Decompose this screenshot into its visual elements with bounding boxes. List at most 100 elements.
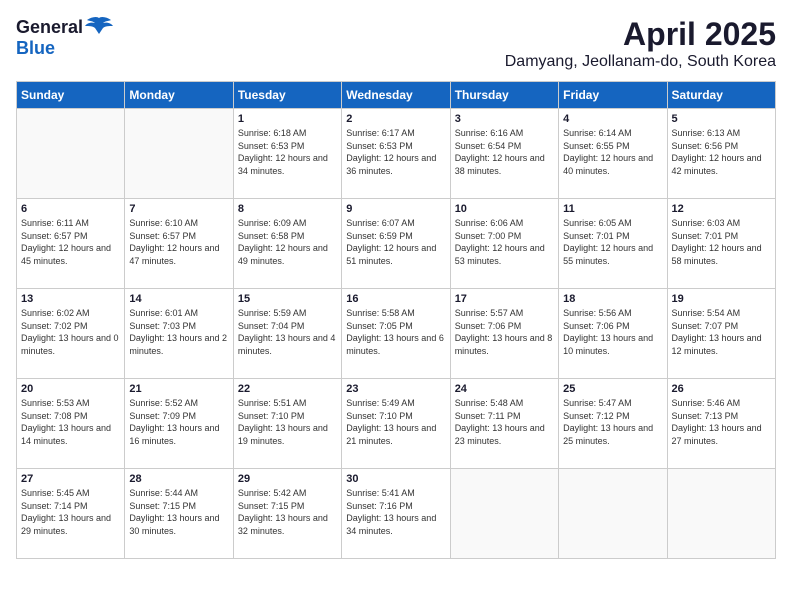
day-number: 18: [563, 293, 662, 305]
day-info: Sunrise: 6:07 AM Sunset: 6:59 PM Dayligh…: [346, 217, 445, 267]
day-info: Sunrise: 5:46 AM Sunset: 7:13 PM Dayligh…: [672, 397, 771, 447]
day-info: Sunrise: 6:13 AM Sunset: 6:56 PM Dayligh…: [672, 127, 771, 177]
day-number: 28: [129, 473, 228, 485]
day-info: Sunrise: 5:41 AM Sunset: 7:16 PM Dayligh…: [346, 487, 445, 537]
calendar-day-cell: 30 Sunrise: 5:41 AM Sunset: 7:16 PM Dayli…: [342, 469, 450, 559]
day-info: Sunrise: 5:42 AM Sunset: 7:15 PM Dayligh…: [238, 487, 337, 537]
calendar-day-cell: 14 Sunrise: 6:01 AM Sunset: 7:03 PM Dayli…: [125, 289, 233, 379]
day-info: Sunrise: 5:52 AM Sunset: 7:09 PM Dayligh…: [129, 397, 228, 447]
day-number: 19: [672, 293, 771, 305]
day-number: 20: [21, 383, 120, 395]
calendar-day-cell: 18 Sunrise: 5:56 AM Sunset: 7:06 PM Dayli…: [559, 289, 667, 379]
calendar-day-cell: 19Sunrise: 5:54 AM Sunset: 7:07 PM Dayli…: [667, 289, 775, 379]
day-info: Sunrise: 6:09 AM Sunset: 6:58 PM Dayligh…: [238, 217, 337, 267]
day-number: 3: [455, 113, 554, 125]
calendar-day-cell: 28Sunrise: 5:44 AM Sunset: 7:15 PM Dayli…: [125, 469, 233, 559]
calendar-day-cell: 23 Sunrise: 5:49 AM Sunset: 7:10 PM Dayli…: [342, 379, 450, 469]
day-number: 30: [346, 473, 445, 485]
day-info: Sunrise: 6:14 AM Sunset: 6:55 PM Dayligh…: [563, 127, 662, 177]
day-number: 21: [129, 383, 228, 395]
day-of-week-header: Wednesday: [342, 82, 450, 109]
calendar-week-row: 13 Sunrise: 6:02 AM Sunset: 7:02 PM Dayli…: [17, 289, 776, 379]
calendar-day-cell: 15 Sunrise: 5:59 AM Sunset: 7:04 PM Dayli…: [233, 289, 341, 379]
day-info: Sunrise: 6:02 AM Sunset: 7:02 PM Dayligh…: [21, 307, 120, 357]
calendar-day-cell: 1 Sunrise: 6:18 AM Sunset: 6:53 PM Daylig…: [233, 109, 341, 199]
day-number: 16: [346, 293, 445, 305]
calendar-day-cell: 29 Sunrise: 5:42 AM Sunset: 7:15 PM Dayli…: [233, 469, 341, 559]
calendar-day-cell: 20 Sunrise: 5:53 AM Sunset: 7:08 PM Dayli…: [17, 379, 125, 469]
day-number: 26: [672, 383, 771, 395]
location-subtitle: Damyang, Jeollanam-do, South Korea: [505, 53, 776, 71]
calendar-day-cell: 24 Sunrise: 5:48 AM Sunset: 7:11 PM Dayli…: [450, 379, 558, 469]
day-of-week-header: Friday: [559, 82, 667, 109]
day-of-week-header: Sunday: [17, 82, 125, 109]
day-info: Sunrise: 6:18 AM Sunset: 6:53 PM Dayligh…: [238, 127, 337, 177]
day-of-week-header: Saturday: [667, 82, 775, 109]
calendar-header-row: SundayMondayTuesdayWednesdayThursdayFrid…: [17, 82, 776, 109]
calendar-day-cell: 25 Sunrise: 5:47 AM Sunset: 7:12 PM Dayli…: [559, 379, 667, 469]
calendar-day-cell: 27 Sunrise: 5:45 AM Sunset: 7:14 PM Dayli…: [17, 469, 125, 559]
day-number: 23: [346, 383, 445, 395]
calendar-day-cell: 22Sunrise: 5:51 AM Sunset: 7:10 PM Dayli…: [233, 379, 341, 469]
day-of-week-header: Monday: [125, 82, 233, 109]
calendar-day-cell: 9Sunrise: 6:07 AM Sunset: 6:59 PM Daylig…: [342, 199, 450, 289]
calendar-day-cell: [125, 109, 233, 199]
day-number: 17: [455, 293, 554, 305]
day-number: 10: [455, 203, 554, 215]
calendar-day-cell: 7 Sunrise: 6:10 AM Sunset: 6:57 PM Daylig…: [125, 199, 233, 289]
calendar-day-cell: 2Sunrise: 6:17 AM Sunset: 6:53 PM Daylig…: [342, 109, 450, 199]
day-number: 6: [21, 203, 120, 215]
day-number: 27: [21, 473, 120, 485]
logo-bird-icon: [85, 16, 113, 38]
day-info: Sunrise: 5:49 AM Sunset: 7:10 PM Dayligh…: [346, 397, 445, 447]
day-info: Sunrise: 5:58 AM Sunset: 7:05 PM Dayligh…: [346, 307, 445, 357]
calendar-day-cell: 26 Sunrise: 5:46 AM Sunset: 7:13 PM Dayli…: [667, 379, 775, 469]
month-title: April 2025: [505, 16, 776, 53]
day-number: 14: [129, 293, 228, 305]
day-number: 12: [672, 203, 771, 215]
calendar-day-cell: 13 Sunrise: 6:02 AM Sunset: 7:02 PM Dayli…: [17, 289, 125, 379]
day-number: 1: [238, 113, 337, 125]
day-number: 13: [21, 293, 120, 305]
day-number: 15: [238, 293, 337, 305]
logo: General Blue: [16, 16, 113, 59]
calendar-day-cell: 12 Sunrise: 6:03 AM Sunset: 7:01 PM Dayli…: [667, 199, 775, 289]
calendar-day-cell: 16 Sunrise: 5:58 AM Sunset: 7:05 PM Dayli…: [342, 289, 450, 379]
calendar-day-cell: 21 Sunrise: 5:52 AM Sunset: 7:09 PM Dayli…: [125, 379, 233, 469]
day-info: Sunrise: 6:01 AM Sunset: 7:03 PM Dayligh…: [129, 307, 228, 357]
day-info: Sunrise: 5:47 AM Sunset: 7:12 PM Dayligh…: [563, 397, 662, 447]
calendar-day-cell: [17, 109, 125, 199]
day-number: 8: [238, 203, 337, 215]
calendar-week-row: 20 Sunrise: 5:53 AM Sunset: 7:08 PM Dayli…: [17, 379, 776, 469]
calendar-week-row: 1 Sunrise: 6:18 AM Sunset: 6:53 PM Daylig…: [17, 109, 776, 199]
day-info: Sunrise: 6:16 AM Sunset: 6:54 PM Dayligh…: [455, 127, 554, 177]
calendar-table: SundayMondayTuesdayWednesdayThursdayFrid…: [16, 81, 776, 559]
day-info: Sunrise: 5:48 AM Sunset: 7:11 PM Dayligh…: [455, 397, 554, 447]
day-number: 4: [563, 113, 662, 125]
day-number: 25: [563, 383, 662, 395]
day-info: Sunrise: 6:05 AM Sunset: 7:01 PM Dayligh…: [563, 217, 662, 267]
calendar-day-cell: [450, 469, 558, 559]
calendar-day-cell: [559, 469, 667, 559]
day-number: 11: [563, 203, 662, 215]
title-block: April 2025 Damyang, Jeollanam-do, South …: [505, 16, 776, 71]
day-of-week-header: Tuesday: [233, 82, 341, 109]
day-number: 24: [455, 383, 554, 395]
calendar-day-cell: [667, 469, 775, 559]
calendar-week-row: 6Sunrise: 6:11 AM Sunset: 6:57 PM Daylig…: [17, 199, 776, 289]
day-info: Sunrise: 5:45 AM Sunset: 7:14 PM Dayligh…: [21, 487, 120, 537]
day-info: Sunrise: 6:03 AM Sunset: 7:01 PM Dayligh…: [672, 217, 771, 267]
calendar-day-cell: 17 Sunrise: 5:57 AM Sunset: 7:06 PM Dayli…: [450, 289, 558, 379]
calendar-day-cell: 3 Sunrise: 6:16 AM Sunset: 6:54 PM Daylig…: [450, 109, 558, 199]
day-number: 22: [238, 383, 337, 395]
day-number: 7: [129, 203, 228, 215]
day-info: Sunrise: 5:53 AM Sunset: 7:08 PM Dayligh…: [21, 397, 120, 447]
day-info: Sunrise: 6:10 AM Sunset: 6:57 PM Dayligh…: [129, 217, 228, 267]
calendar-day-cell: 6Sunrise: 6:11 AM Sunset: 6:57 PM Daylig…: [17, 199, 125, 289]
day-info: Sunrise: 5:56 AM Sunset: 7:06 PM Dayligh…: [563, 307, 662, 357]
calendar-day-cell: 5Sunrise: 6:13 AM Sunset: 6:56 PM Daylig…: [667, 109, 775, 199]
day-of-week-header: Thursday: [450, 82, 558, 109]
day-info: Sunrise: 5:59 AM Sunset: 7:04 PM Dayligh…: [238, 307, 337, 357]
day-number: 29: [238, 473, 337, 485]
day-info: Sunrise: 5:57 AM Sunset: 7:06 PM Dayligh…: [455, 307, 554, 357]
